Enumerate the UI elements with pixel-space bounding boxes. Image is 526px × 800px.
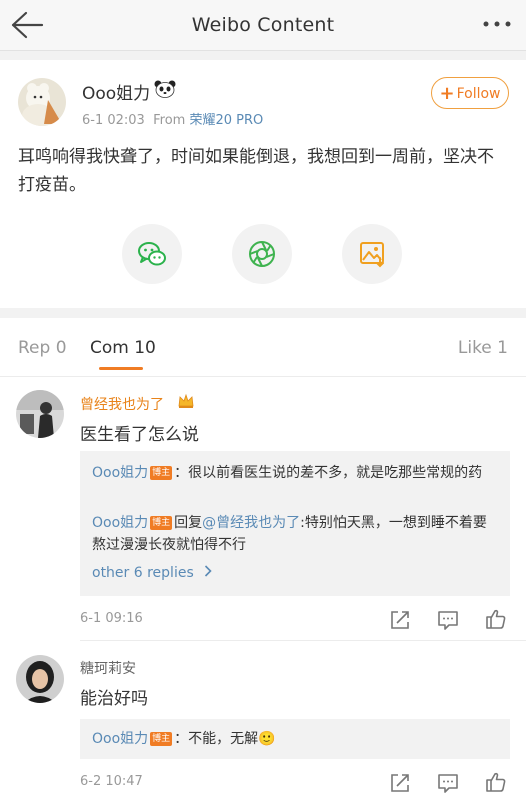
like-icon[interactable] (485, 771, 507, 793)
image-download-icon (360, 242, 384, 268)
reply-text: 不能，无解🙂 (188, 731, 276, 747)
author-avatar[interactable] (18, 78, 66, 126)
chevron-right-icon (204, 565, 212, 581)
comment-divider (80, 640, 526, 641)
commenter-avatar[interactable] (16, 655, 64, 703)
author-name[interactable]: Ooo姐力 (82, 79, 150, 104)
comment-icon[interactable] (437, 609, 459, 631)
tab-reposts[interactable]: Rep 0 (18, 338, 67, 358)
tab-likes[interactable]: Like 1 (458, 338, 508, 358)
comment-text: 能治好吗 (80, 689, 148, 709)
plus-icon: + (439, 83, 455, 104)
tab-bar (0, 318, 526, 377)
blogger-badge: 博主 (150, 466, 173, 480)
post-device[interactable]: 荣耀20 PRO (189, 113, 263, 128)
blogger-badge: 博主 (150, 732, 173, 746)
share-icon[interactable] (389, 772, 411, 794)
reply-prefix: 回复 (174, 515, 203, 531)
reply-item[interactable]: Ooo姐力 博主 回复@曾经我也为了:特别怕天黑，一想到睡不着要熬过漫漫长夜就怕得不… (92, 512, 497, 556)
like-icon[interactable] (485, 608, 507, 630)
share-icon[interactable] (389, 609, 411, 631)
crown-badge-icon (177, 393, 195, 409)
share-wechat-button[interactable] (122, 224, 182, 284)
post-date: 6-1 02:03 (82, 113, 145, 128)
reply-separator: ： (174, 465, 189, 481)
reply-text: 很以前看医生说的差不多，就是吃那些常规的药 (188, 465, 483, 481)
other-replies-label: other 6 replies (92, 565, 194, 581)
post-from-label: From (153, 113, 190, 128)
page-title: Weibo Content (191, 14, 335, 36)
post-meta: 6-1 02:03 From 荣耀20 PRO (82, 109, 263, 128)
post-body: 耳鸣响得我快聋了，时间如果能倒退，我想回到一周前，坚决不打疫苗。 (18, 147, 494, 195)
moments-aperture-icon (249, 241, 275, 267)
reply-item[interactable]: Ooo姐力 博主 ：不能，无解🙂 (92, 728, 497, 750)
reply-mention[interactable]: @曾经我也为了 (202, 515, 300, 531)
commenter-avatar[interactable] (16, 390, 64, 438)
reply-author[interactable]: Ooo姐力 (92, 465, 148, 481)
commenter-name[interactable]: 糖珂莉安 (80, 658, 136, 678)
more-options-icon[interactable] (482, 14, 512, 34)
reply-author[interactable]: Ooo姐力 (92, 515, 148, 531)
comment-time: 6-1 09:16 (80, 611, 143, 626)
comment-text: 医生看了怎么说 (80, 425, 199, 445)
panda-emoji-icon (154, 80, 176, 98)
blogger-badge: 博主 (150, 516, 173, 530)
share-moments-button[interactable] (232, 224, 292, 284)
wechat-icon (138, 242, 166, 266)
reply-separator: ： (174, 731, 189, 747)
comment-icon[interactable] (437, 772, 459, 794)
active-tab-indicator (99, 367, 143, 370)
reply-author[interactable]: Ooo姐力 (92, 731, 148, 747)
reply-item[interactable]: Ooo姐力 博主 ：很以前看医生说的差不多，就是吃那些常规的药 (92, 462, 497, 484)
follow-label: Follow (456, 86, 501, 102)
save-image-button[interactable] (342, 224, 402, 284)
other-replies-link[interactable]: other 6 replies (92, 565, 212, 581)
follow-button[interactable]: + Follow (431, 77, 509, 109)
tab-comments[interactable]: Com 10 (90, 338, 156, 358)
comment-time: 6-2 10:47 (80, 774, 143, 789)
commenter-name[interactable]: 曾经我也为了 (80, 394, 164, 414)
